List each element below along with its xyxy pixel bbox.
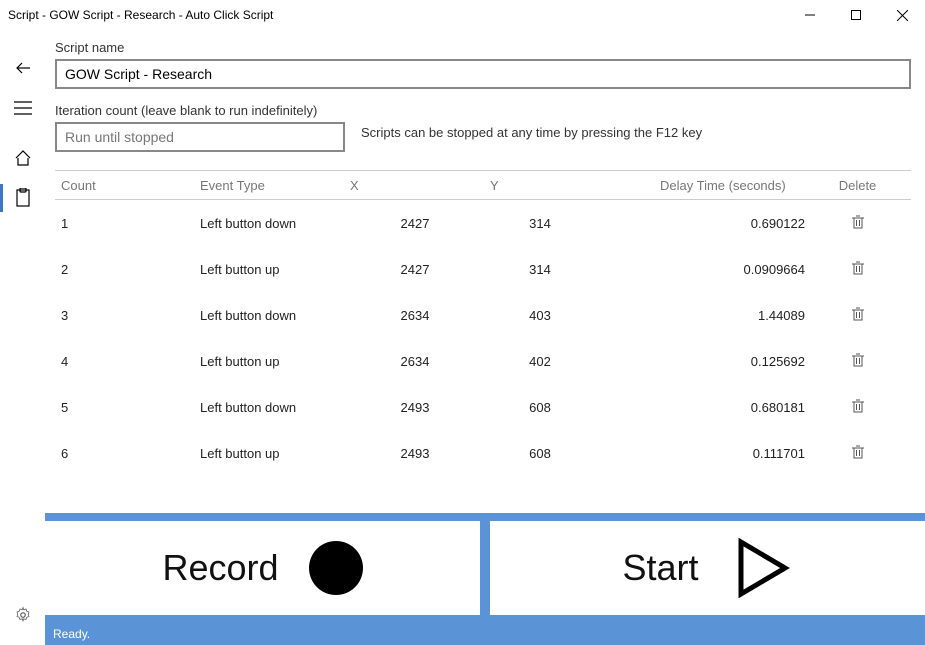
cell-y: 608	[490, 400, 660, 415]
cell-delay: 0.111701	[660, 446, 815, 461]
cell-delete	[815, 215, 900, 232]
script-name-input[interactable]	[55, 59, 911, 89]
cell-count: 4	[55, 354, 200, 369]
window-title: Script - GOW Script - Research - Auto Cl…	[8, 8, 787, 22]
cell-event: Left button down	[200, 216, 350, 231]
status-text: Ready.	[53, 627, 90, 641]
menu-button[interactable]	[0, 88, 45, 128]
cell-count: 6	[55, 446, 200, 461]
cell-x: 2427	[350, 262, 490, 277]
table-row[interactable]: 5Left button down24936080.680181	[55, 384, 911, 430]
header-event-type: Event Type	[200, 178, 350, 193]
header-delete: Delete	[815, 178, 900, 193]
record-label: Record	[162, 547, 278, 589]
events-table: Count Event Type X Y Delay Time (seconds…	[55, 170, 911, 476]
window-controls	[787, 0, 925, 30]
bottom-panel: Record Start	[45, 513, 925, 623]
cell-y: 314	[490, 216, 660, 231]
cell-delete	[815, 445, 900, 462]
status-bar: Ready.	[45, 623, 925, 645]
header-y: Y	[490, 178, 660, 193]
record-button[interactable]: Record	[45, 521, 480, 615]
table-row[interactable]: 3Left button down26344031.44089	[55, 292, 911, 338]
cell-delay: 0.680181	[660, 400, 815, 415]
delete-row-button[interactable]	[852, 445, 864, 459]
cell-x: 2634	[350, 354, 490, 369]
titlebar: Script - GOW Script - Research - Auto Cl…	[0, 0, 925, 30]
header-delay: Delay Time (seconds)	[660, 178, 815, 193]
start-label: Start	[622, 547, 698, 589]
delete-row-button[interactable]	[852, 353, 864, 367]
cell-x: 2493	[350, 400, 490, 415]
cell-x: 2634	[350, 308, 490, 323]
home-button[interactable]	[0, 138, 45, 178]
cell-delay: 1.44089	[660, 308, 815, 323]
back-arrow-icon	[14, 59, 32, 77]
cell-delay: 0.0909664	[660, 262, 815, 277]
delete-row-button[interactable]	[852, 399, 864, 413]
table-header: Count Event Type X Y Delay Time (seconds…	[55, 170, 911, 200]
cell-event: Left button down	[200, 400, 350, 415]
gear-icon	[14, 606, 32, 624]
cell-event: Left button up	[200, 262, 350, 277]
main-panel: Script name Iteration count (leave blank…	[45, 30, 925, 645]
table-row[interactable]: 2Left button up24273140.0909664	[55, 246, 911, 292]
cell-count: 5	[55, 400, 200, 415]
sidebar	[0, 30, 45, 645]
cell-x: 2427	[350, 216, 490, 231]
cell-x: 2493	[350, 446, 490, 461]
cell-delay: 0.690122	[660, 216, 815, 231]
cell-delete	[815, 353, 900, 370]
delete-row-button[interactable]	[852, 261, 864, 275]
cell-delete	[815, 399, 900, 416]
cell-y: 402	[490, 354, 660, 369]
cell-event: Left button up	[200, 446, 350, 461]
cell-y: 608	[490, 446, 660, 461]
settings-button[interactable]	[0, 595, 45, 635]
minimize-button[interactable]	[787, 0, 833, 30]
clipboard-icon	[15, 188, 31, 208]
table-row[interactable]: 1Left button down24273140.690122	[55, 200, 911, 246]
cell-delete	[815, 307, 900, 324]
maximize-button[interactable]	[833, 0, 879, 30]
stop-hint: Scripts can be stopped at any time by pr…	[361, 103, 702, 140]
cell-delete	[815, 261, 900, 278]
home-icon	[14, 149, 32, 167]
delete-row-button[interactable]	[852, 307, 864, 321]
iteration-count-label: Iteration count (leave blank to run inde…	[55, 103, 345, 118]
cell-y: 314	[490, 262, 660, 277]
cell-count: 2	[55, 262, 200, 277]
table-row[interactable]: 4Left button up26344020.125692	[55, 338, 911, 384]
cell-event: Left button up	[200, 354, 350, 369]
table-row[interactable]: 6Left button up24936080.111701	[55, 430, 911, 476]
iteration-count-input[interactable]	[55, 122, 345, 152]
cell-delay: 0.125692	[660, 354, 815, 369]
hamburger-icon	[14, 101, 32, 115]
close-button[interactable]	[879, 0, 925, 30]
play-icon	[729, 536, 793, 600]
back-button[interactable]	[0, 48, 45, 88]
cell-count: 3	[55, 308, 200, 323]
record-icon	[309, 541, 363, 595]
script-name-label: Script name	[55, 40, 911, 55]
script-list-button[interactable]	[0, 178, 45, 218]
cell-y: 403	[490, 308, 660, 323]
delete-row-button[interactable]	[852, 215, 864, 229]
start-button[interactable]: Start	[490, 521, 925, 615]
cell-event: Left button down	[200, 308, 350, 323]
header-count: Count	[55, 178, 200, 193]
header-x: X	[350, 178, 490, 193]
cell-count: 1	[55, 216, 200, 231]
